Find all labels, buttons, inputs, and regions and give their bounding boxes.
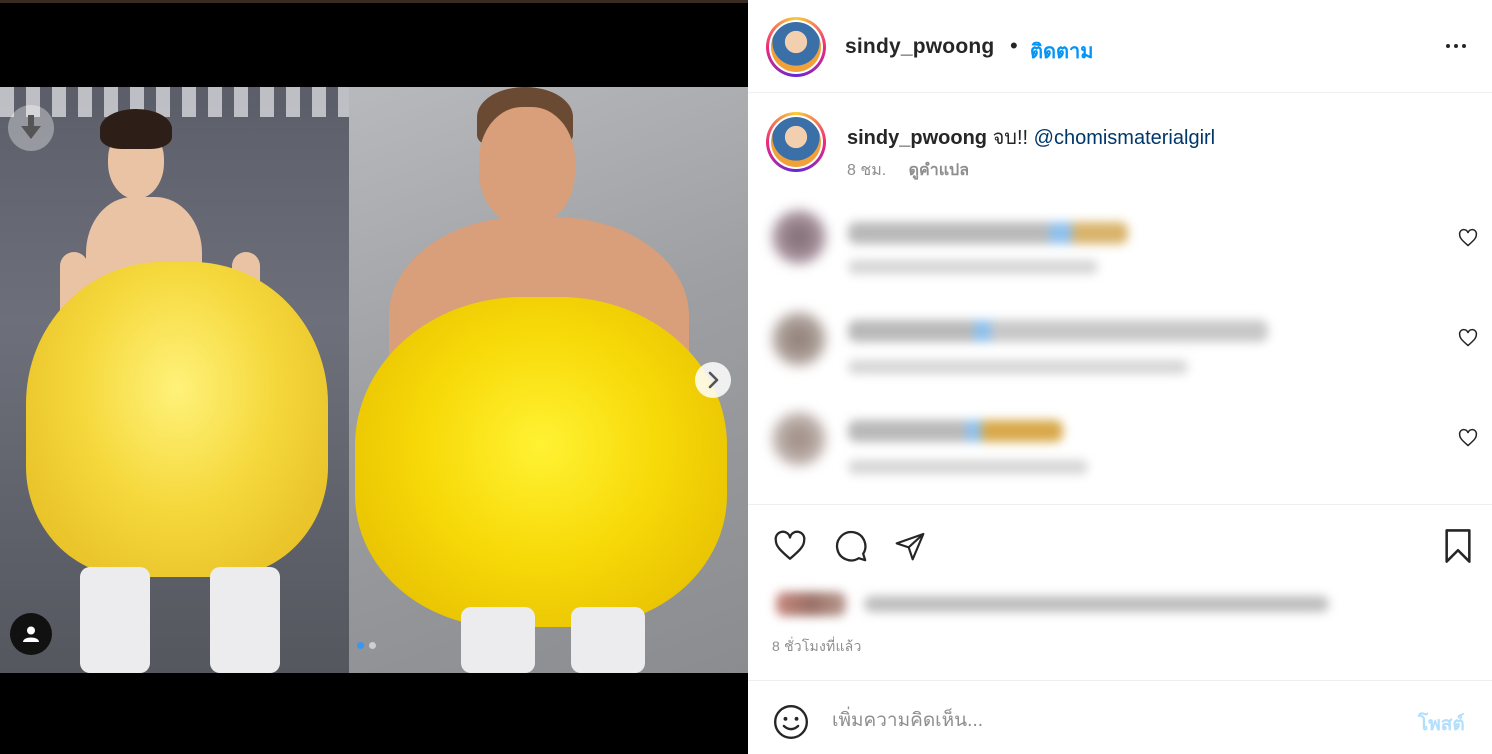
comment-like-heart-icon[interactable]	[1458, 328, 1478, 348]
comment-icon	[835, 530, 867, 562]
caption-mention-link[interactable]: @chomismaterialgirl	[1034, 127, 1215, 149]
next-slide-button[interactable]	[695, 362, 731, 398]
share-button[interactable]	[890, 526, 930, 566]
user-icon	[23, 626, 39, 642]
bookmark-icon	[1445, 529, 1471, 563]
caption-avatar[interactable]	[766, 112, 826, 172]
comment-avatar[interactable]	[772, 412, 826, 466]
download-icon	[21, 115, 41, 139]
actions-divider	[748, 504, 1492, 505]
carousel-dot-1	[357, 642, 364, 649]
comment-avatar[interactable]	[772, 312, 826, 366]
author-avatar[interactable]	[766, 17, 826, 77]
comment-item	[748, 302, 1492, 374]
comment-meta-blurred	[848, 360, 1188, 374]
post-actions	[748, 520, 1492, 570]
post-header: sindy_pwoong • ติดตาม	[748, 0, 1492, 93]
more-horizontal-icon	[1446, 44, 1466, 48]
emoji-icon	[773, 704, 809, 740]
carousel-indicator	[357, 642, 376, 649]
comment-like-heart-icon[interactable]	[1458, 228, 1478, 248]
post-photo[interactable]	[0, 87, 748, 673]
comment-item	[748, 202, 1492, 274]
download-button[interactable]	[8, 105, 54, 151]
caption-username[interactable]: sindy_pwoong	[847, 127, 987, 149]
chevron-right-icon	[708, 371, 719, 389]
carousel-dot-2	[369, 642, 376, 649]
author-username[interactable]: sindy_pwoong	[845, 35, 994, 59]
see-translation-link[interactable]: ดูคำแปล	[909, 162, 969, 179]
comment-meta-blurred	[848, 460, 1088, 474]
post-comment-button[interactable]: โพสต์	[1418, 709, 1465, 739]
caption-time: 8 ชม.	[847, 162, 887, 179]
post-timestamp: 8 ชั่วโมงที่แล้ว	[772, 638, 862, 654]
follow-button[interactable]: ติดตาม	[1030, 35, 1093, 67]
photo-right-panel	[349, 87, 748, 673]
comment-text-blurred	[848, 222, 1128, 244]
emoji-button[interactable]	[772, 703, 810, 741]
likes-summary-blurred[interactable]	[772, 588, 1332, 620]
separator-dot: •	[1010, 33, 1018, 58]
heart-icon	[774, 530, 806, 560]
post-detail-panel: sindy_pwoong • ติดตาม sindy_pwoong จบ!! …	[748, 0, 1492, 754]
comment-input[interactable]	[832, 705, 1392, 737]
add-comment-bar: โพสต์	[748, 680, 1492, 754]
like-button[interactable]	[770, 526, 810, 566]
save-button[interactable]	[1438, 526, 1478, 566]
photo-left-panel	[0, 87, 349, 673]
comment-item	[748, 402, 1492, 474]
comment-meta-blurred	[848, 260, 1098, 274]
tagged-users-button[interactable]	[10, 613, 52, 655]
comment-button[interactable]	[831, 526, 871, 566]
comment-text-blurred	[848, 320, 1268, 342]
send-icon	[895, 532, 925, 561]
comment-text-blurred	[848, 420, 1063, 442]
more-options-button[interactable]	[1442, 32, 1470, 60]
post-media	[0, 0, 748, 754]
caption-text: จบ!!	[992, 127, 1029, 149]
comment-avatar[interactable]	[772, 210, 826, 264]
comment-like-heart-icon[interactable]	[1458, 428, 1478, 448]
